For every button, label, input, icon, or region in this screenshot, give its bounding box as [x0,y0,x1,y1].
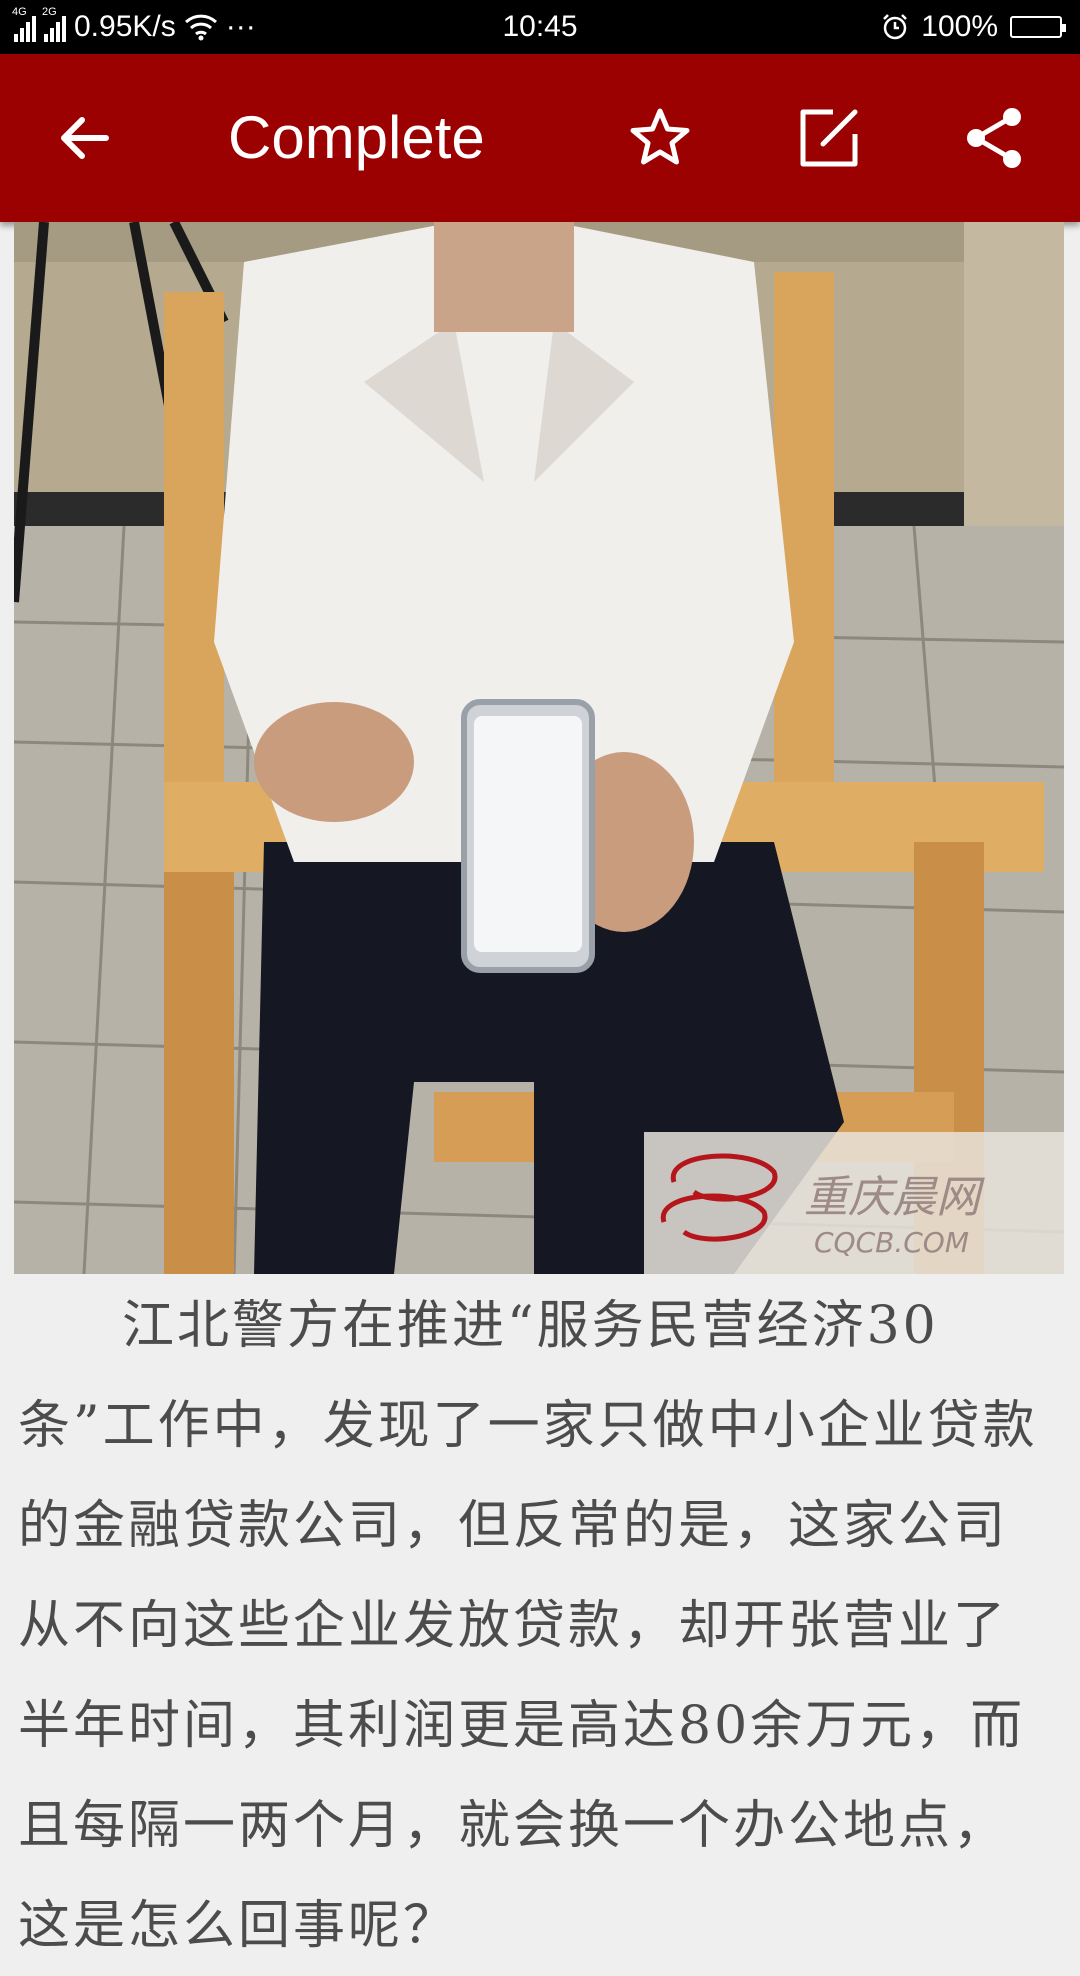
battery-icon [1010,16,1066,38]
back-arrow-icon [61,117,109,159]
favorite-button[interactable] [622,100,698,176]
status-bar: 4G 2G 0.95K/s ··· 10:45 100% [0,0,1080,54]
share-icon [967,108,1021,168]
article-photo: 重庆晨网 CQCB.COM [14,222,1064,1274]
star-icon [630,108,690,165]
share-button[interactable] [957,100,1033,176]
status-right: 100% [881,10,1066,44]
battery-percent: 100% [921,10,998,43]
article-paragraph: 江北警方在推进“服务民营经济30条”工作中，发现了一家只做中小企业贷款的金融贷款… [18,1296,1038,1956]
edit-icon [800,109,858,167]
edit-button[interactable] [791,100,867,176]
alarm-icon [883,14,908,40]
back-button[interactable] [46,100,122,176]
page-title: Complete [228,104,485,171]
photo-illustration: 重庆晨网 CQCB.COM [14,222,1064,1274]
watermark-text: 重庆晨网 [804,1172,985,1223]
app-bar: Complete [0,54,1080,222]
watermark-url: CQCB.COM [814,1226,969,1259]
